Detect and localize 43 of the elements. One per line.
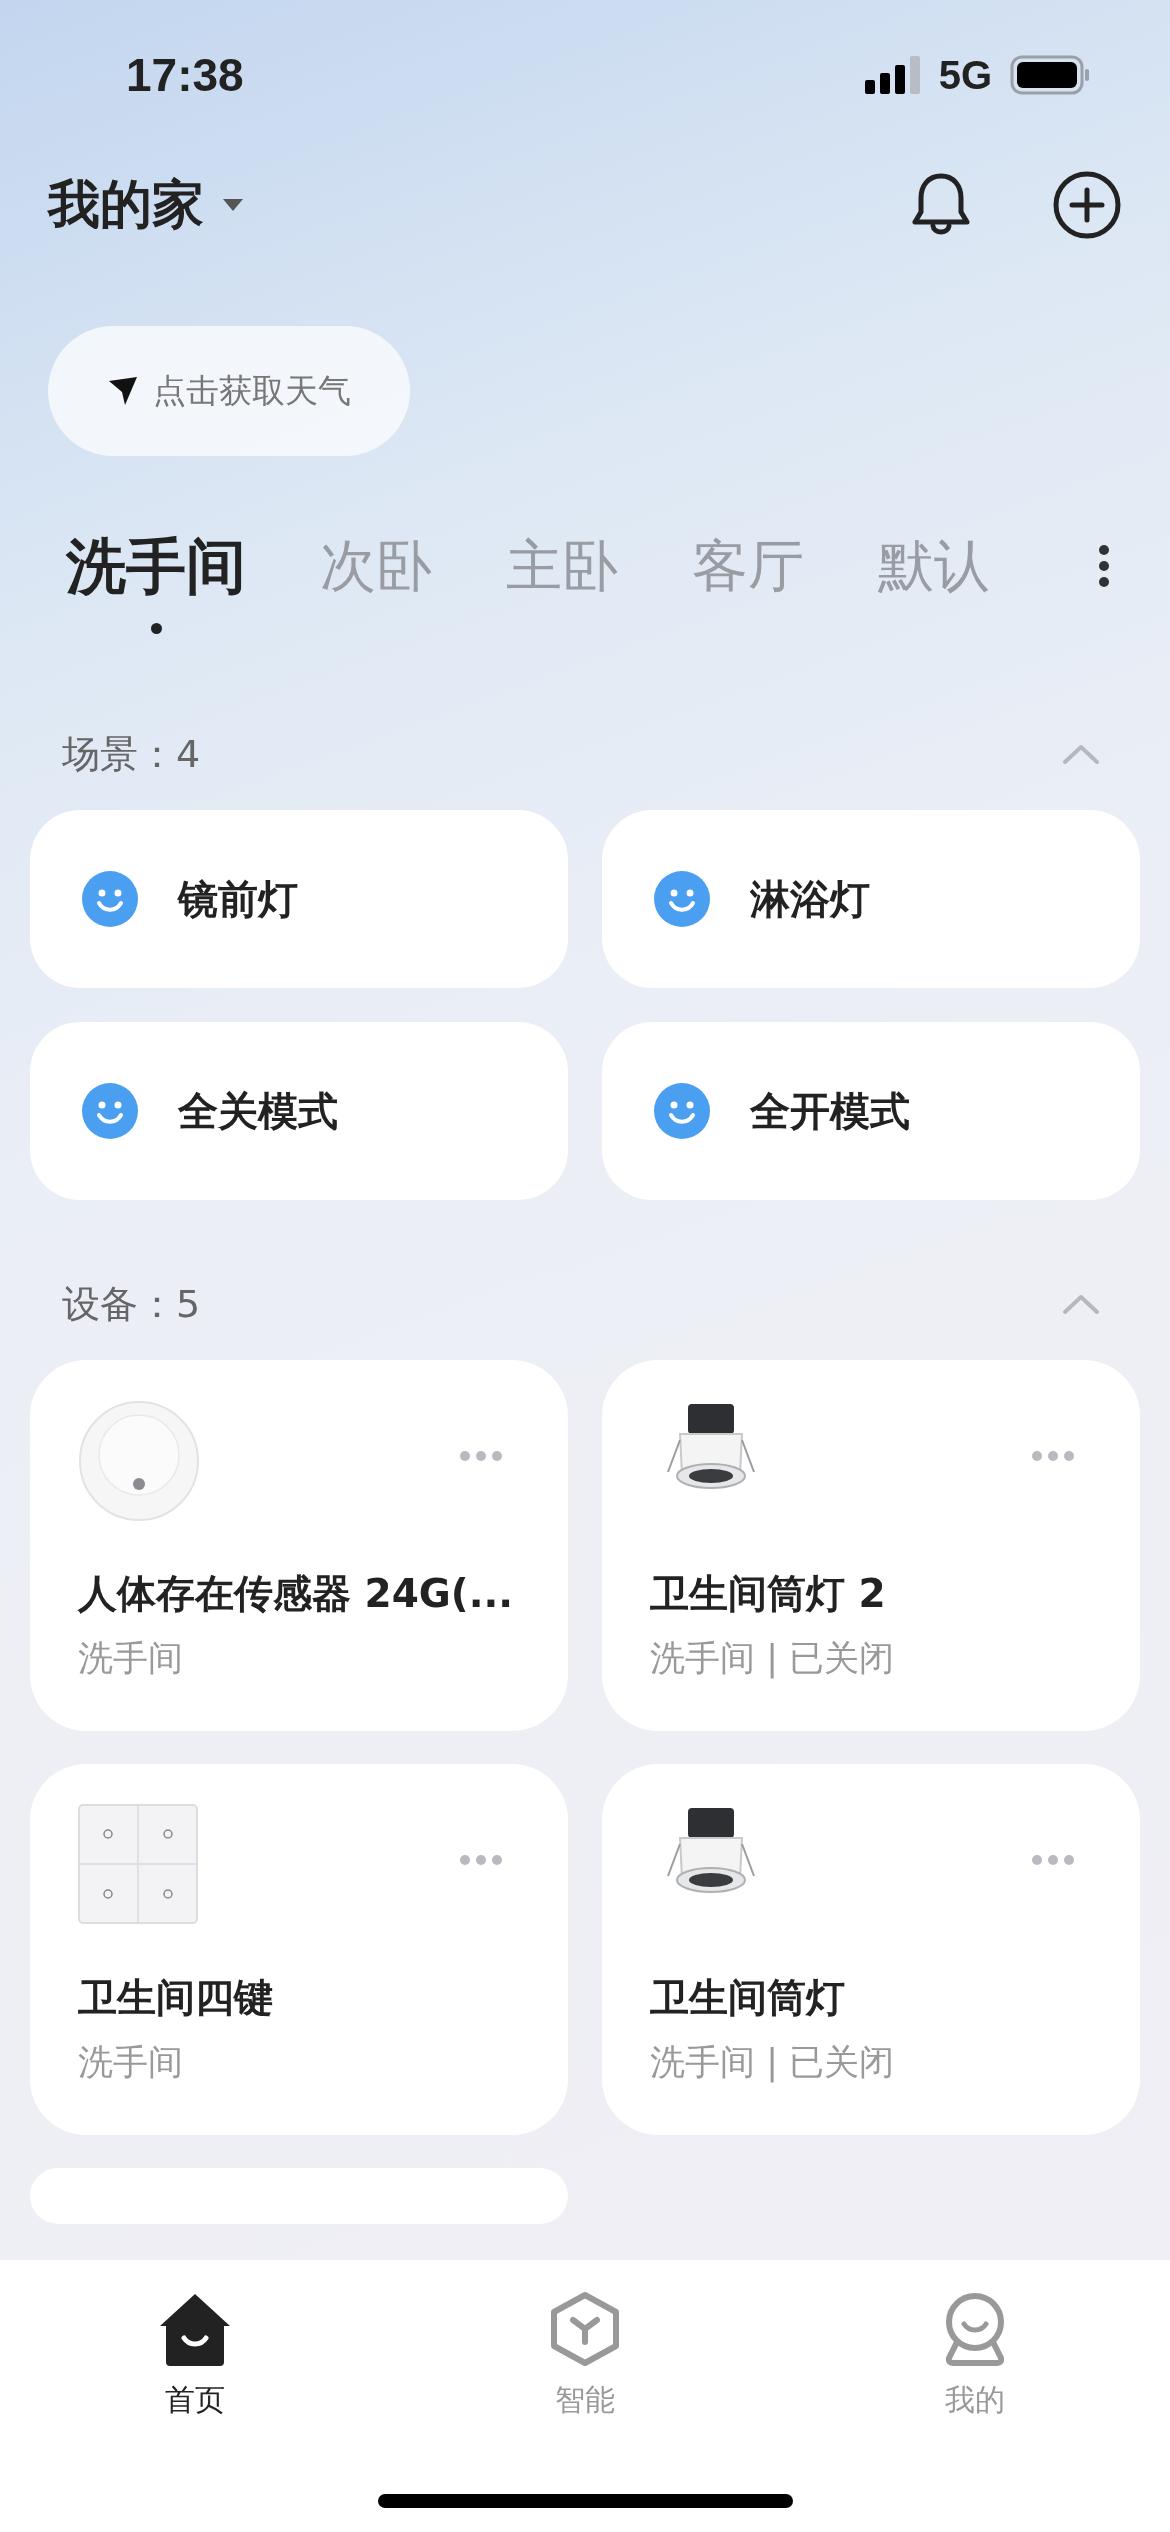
scene-name: 全开模式 bbox=[750, 1086, 910, 1136]
scene-card[interactable]: 淋浴灯 bbox=[602, 810, 1140, 988]
nav-tab[interactable]: 首页 bbox=[45, 2260, 345, 2532]
hexagon-icon bbox=[550, 2292, 620, 2366]
device-card[interactable]: 卫生间筒灯 2 洗手间 | 已关闭 bbox=[602, 1360, 1140, 1731]
section-title: 设备：5 bbox=[62, 1280, 201, 1328]
smile-icon bbox=[654, 1083, 710, 1139]
weather-button[interactable]: 点击获取天气 bbox=[48, 326, 410, 456]
caret-icon[interactable] bbox=[222, 198, 244, 212]
device-status: 洗手间 bbox=[78, 2040, 184, 2084]
device-card[interactable]: 卫生间筒灯 洗手间 | 已关闭 bbox=[602, 1764, 1140, 2135]
device-card[interactable]: 卫生间四键 洗手间 bbox=[30, 1764, 568, 2135]
section-title: 场景：4 bbox=[62, 730, 201, 778]
home-name[interactable]: 我的家 bbox=[48, 170, 204, 240]
device-name: 卫生间筒灯 2 bbox=[650, 1570, 886, 1618]
scene-card[interactable]: 全开模式 bbox=[602, 1022, 1140, 1200]
person-icon bbox=[943, 2292, 1007, 2366]
scene-name: 镜前灯 bbox=[178, 874, 298, 924]
smile-icon bbox=[654, 871, 710, 927]
device-status: 洗手间 | 已关闭 bbox=[650, 2040, 896, 2085]
signal-icon bbox=[864, 56, 921, 94]
chevron-up-icon[interactable] bbox=[1062, 743, 1100, 765]
device-name: 卫生间四键 bbox=[78, 1974, 273, 2022]
smile-icon bbox=[82, 1083, 138, 1139]
home-icon bbox=[158, 2292, 232, 2366]
device-status: 洗手间 | 已关闭 bbox=[650, 1636, 896, 1681]
device-status: 洗手间 bbox=[78, 1636, 184, 1680]
room-tab[interactable]: 洗手间 bbox=[66, 526, 246, 640]
scene-card[interactable]: 全关模式 bbox=[30, 1022, 568, 1200]
device-card[interactable]: 人体存在传感器 24G(... 洗手间 bbox=[30, 1360, 568, 1731]
battery-icon bbox=[1010, 55, 1090, 95]
location-arrow-icon bbox=[107, 375, 139, 407]
status-time: 17:38 bbox=[126, 48, 244, 102]
add-icon[interactable] bbox=[1052, 170, 1122, 240]
smile-icon bbox=[82, 871, 138, 927]
network-label: 5G bbox=[938, 52, 992, 98]
chevron-up-icon[interactable] bbox=[1062, 1293, 1100, 1315]
scene-card[interactable]: 镜前灯 bbox=[30, 810, 568, 988]
device-name: 人体存在传感器 24G(... bbox=[78, 1570, 514, 1618]
more-icon[interactable] bbox=[1098, 544, 1110, 588]
scene-name: 淋浴灯 bbox=[750, 874, 870, 924]
scene-name: 全关模式 bbox=[178, 1086, 338, 1136]
device-name: 卫生间筒灯 bbox=[650, 1974, 845, 2022]
